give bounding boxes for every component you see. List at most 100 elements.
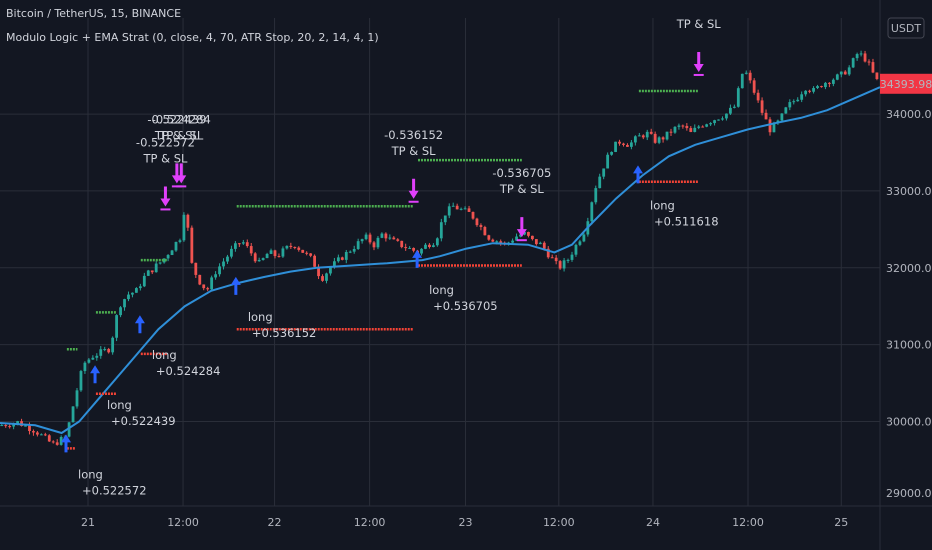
candle-body [340, 257, 344, 260]
candle-body [408, 247, 412, 249]
candle-body [261, 258, 265, 260]
trading-chart[interactable]: long +0.522572 TP & SL -0.522572 long +0.5224… [0, 0, 932, 550]
candle-body [831, 79, 835, 84]
candle-body [499, 241, 503, 243]
candle-body [273, 250, 277, 257]
candle-body [230, 248, 233, 257]
entry-pnl: +0.536705 [433, 299, 498, 313]
candle-body [123, 299, 126, 308]
candle-body [558, 261, 562, 269]
entry-label: long [429, 283, 454, 297]
candle-body [843, 71, 847, 75]
candle-body [119, 307, 122, 316]
candle-body [673, 126, 677, 133]
candle-body [206, 288, 210, 290]
candle-body [808, 90, 811, 92]
candle-body [717, 119, 720, 121]
candle-body [867, 61, 871, 63]
entry-label: long [107, 398, 132, 412]
time-tick-label: 23 [459, 516, 473, 529]
candle-body [301, 249, 305, 253]
price-tick-label: 31000.00 [886, 339, 932, 352]
candle-body [475, 218, 479, 226]
candle-body [443, 215, 447, 223]
candle-body [0, 425, 4, 427]
candle-body [79, 371, 83, 391]
candle-body [257, 259, 261, 262]
candle-body [792, 101, 796, 103]
candle-body [281, 248, 285, 257]
candle-body [483, 227, 487, 236]
candle-body [241, 242, 245, 244]
candle-body [760, 100, 764, 113]
exit-value: -0.524284 [152, 112, 211, 126]
candle-body [158, 262, 162, 264]
candle-body [75, 390, 79, 407]
candle-body [622, 143, 625, 145]
candle-body [352, 248, 356, 252]
candle-body [554, 257, 558, 262]
candle-body [681, 125, 685, 127]
candle-body [491, 239, 495, 242]
candle-body [693, 127, 697, 132]
candle-body [527, 232, 530, 236]
time-tick-label: 12:00 [732, 516, 764, 529]
candle-body [154, 263, 158, 273]
candle-body [47, 435, 51, 442]
candle-body [471, 211, 475, 219]
candle-body [859, 53, 863, 55]
candle-body [550, 257, 554, 259]
candle-body [459, 208, 463, 210]
candle-body [824, 82, 827, 88]
exit-tag: TP & SL [158, 128, 204, 142]
candle-body [115, 315, 118, 338]
candle-body [87, 359, 91, 363]
candle-body [649, 131, 653, 134]
candle-body [356, 241, 360, 249]
candle-body [725, 113, 728, 119]
entry-pnl: +0.536152 [252, 326, 317, 340]
candle-body [447, 206, 451, 216]
candle-body [138, 286, 142, 289]
candle-body [669, 131, 673, 133]
candle-body [665, 131, 669, 140]
candle-body [24, 425, 27, 427]
candle-body [701, 126, 705, 128]
candle-body [127, 294, 130, 300]
candle-body [329, 267, 332, 274]
candle-body [875, 72, 879, 80]
candle-body [645, 131, 649, 138]
candle-body [194, 262, 198, 275]
candle-body [709, 123, 712, 125]
price-tick-label: 32000.00 [886, 262, 932, 275]
candle-body [511, 240, 514, 243]
candle-body [4, 425, 8, 427]
entry-pnl: +0.522572 [82, 483, 147, 497]
candle-body [198, 274, 202, 285]
candle-body [618, 141, 621, 144]
candle-body [804, 90, 808, 95]
candle-body [582, 234, 586, 242]
candle-body [428, 244, 431, 248]
candle-body [835, 74, 839, 80]
candle-body [420, 248, 423, 254]
chart-canvas[interactable]: long+0.522572TP & SL-0.522572long+0.5224… [0, 0, 932, 550]
candle-body [43, 434, 47, 436]
entry-label: long [152, 348, 177, 362]
candle-body [51, 441, 55, 443]
candle-body [784, 107, 788, 114]
candle-body [293, 247, 297, 249]
candle-body [289, 245, 293, 248]
candle-body [495, 241, 499, 243]
candle-body [574, 244, 578, 255]
time-tick-label: 24 [646, 516, 660, 529]
candle-body [166, 255, 170, 259]
candle-body [71, 406, 75, 423]
candle-body [384, 233, 388, 239]
candle-body [91, 357, 95, 360]
candle-body [455, 205, 459, 210]
candle-body [796, 99, 800, 102]
candle-body [360, 239, 364, 242]
candle-body [372, 242, 376, 248]
entry-label: long [78, 467, 103, 481]
